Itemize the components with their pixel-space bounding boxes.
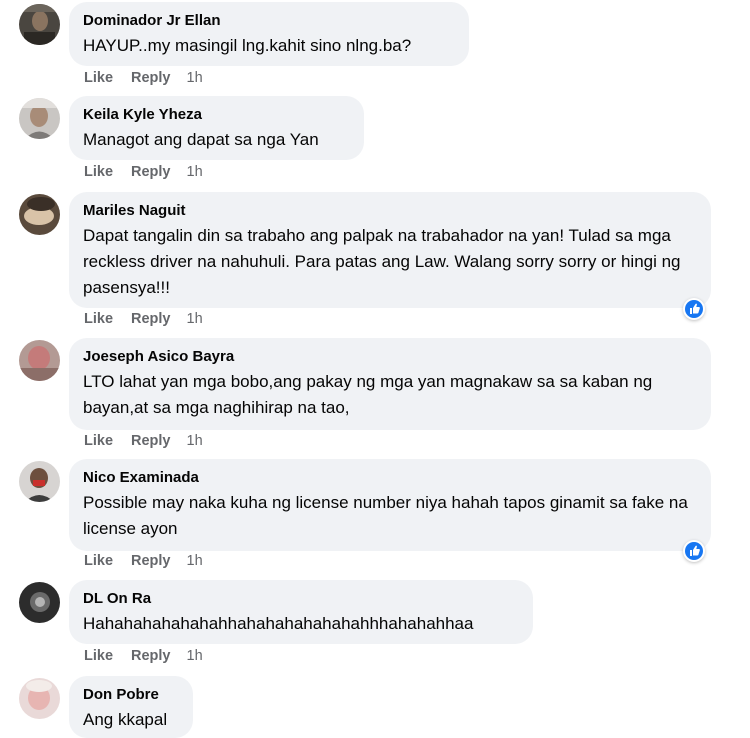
comment-bubble: Joeseph Asico Bayra LTO lahat yan mga bo… <box>69 338 711 430</box>
comment-timestamp[interactable]: 1h <box>187 433 203 449</box>
comment-author[interactable]: DL On Ra <box>83 589 519 608</box>
like-button[interactable]: Like <box>84 648 113 664</box>
like-button[interactable]: Like <box>84 311 113 327</box>
comment-timestamp[interactable]: 1h <box>187 553 203 569</box>
comment-bubble: Mariles Naguit Dapat tangalin din sa tra… <box>69 192 711 308</box>
avatar[interactable] <box>19 98 60 139</box>
comment-bubble: Don Pobre Ang kkapal <box>69 676 193 738</box>
comment-text: Dapat tangalin din sa trabaho ang palpak… <box>83 226 681 297</box>
comment-text: Possible may naka kuha ng license number… <box>83 493 688 538</box>
comment-author[interactable]: Joeseph Asico Bayra <box>83 347 697 366</box>
avatar[interactable] <box>19 582 60 623</box>
comment-author[interactable]: Nico Examinada <box>83 468 697 487</box>
comment-actions: Like Reply 1h <box>84 70 203 86</box>
reply-button[interactable]: Reply <box>131 70 171 86</box>
avatar[interactable] <box>19 678 60 719</box>
reply-button[interactable]: Reply <box>131 648 171 664</box>
comment-actions: Like Reply 1h <box>84 311 203 327</box>
like-icon <box>690 545 700 556</box>
comment-author[interactable]: Mariles Naguit <box>83 201 697 220</box>
like-button[interactable]: Like <box>84 433 113 449</box>
like-reaction-badge[interactable] <box>683 298 705 320</box>
like-icon <box>690 303 700 314</box>
comment-text: HAYUP..my masingil lng.kahit sino nlng.b… <box>83 36 412 55</box>
comment-bubble: Dominador Jr Ellan HAYUP..my masingil ln… <box>69 2 469 66</box>
comment-text: Managot ang dapat sa nga Yan <box>83 130 319 149</box>
reply-button[interactable]: Reply <box>131 553 171 569</box>
reply-button[interactable]: Reply <box>131 433 171 449</box>
like-button[interactable]: Like <box>84 553 113 569</box>
comment-timestamp[interactable]: 1h <box>187 164 203 180</box>
comment-actions: Like Reply 1h <box>84 553 203 569</box>
avatar[interactable] <box>19 194 60 235</box>
comment-author[interactable]: Dominador Jr Ellan <box>83 11 455 30</box>
avatar[interactable] <box>19 340 60 381</box>
comment-actions: Like Reply 1h <box>84 433 203 449</box>
reply-button[interactable]: Reply <box>131 311 171 327</box>
comment-bubble: Keila Kyle Yheza Managot ang dapat sa ng… <box>69 96 364 160</box>
like-button[interactable]: Like <box>84 164 113 180</box>
comment-author[interactable]: Don Pobre <box>83 685 179 704</box>
like-button[interactable]: Like <box>84 70 113 86</box>
avatar[interactable] <box>19 4 60 45</box>
reply-button[interactable]: Reply <box>131 164 171 180</box>
comment-actions: Like Reply 1h <box>84 164 203 180</box>
comment-actions: Like Reply 1h <box>84 648 203 664</box>
comment-timestamp[interactable]: 1h <box>187 70 203 86</box>
avatar[interactable] <box>19 461 60 502</box>
comment-bubble: Nico Examinada Possible may naka kuha ng… <box>69 459 711 551</box>
comment-author[interactable]: Keila Kyle Yheza <box>83 105 350 124</box>
comment-timestamp[interactable]: 1h <box>187 311 203 327</box>
comment-timestamp[interactable]: 1h <box>187 648 203 664</box>
comment-text: Hahahahahahahahhahahahahahahahhhahahahha… <box>83 614 474 633</box>
comment-text: LTO lahat yan mga bobo,ang pakay ng mga … <box>83 372 653 417</box>
comment-text: Ang kkapal <box>83 710 168 729</box>
comment-bubble: DL On Ra Hahahahahahahahhahahahahahahahh… <box>69 580 533 644</box>
like-reaction-badge[interactable] <box>683 540 705 562</box>
